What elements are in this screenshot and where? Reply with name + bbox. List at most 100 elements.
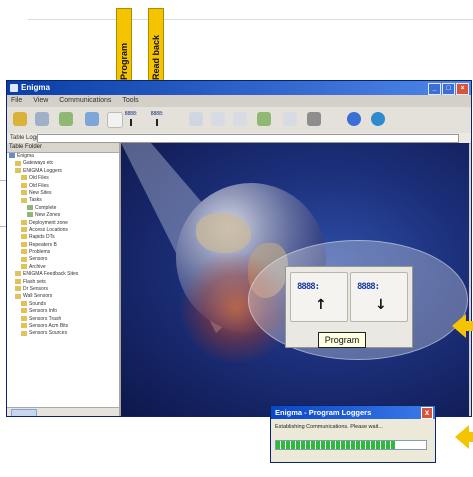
tree-item-label: Access Locations — [29, 226, 68, 233]
folder-icon — [27, 212, 33, 218]
tree-item[interactable]: Old Files — [7, 183, 119, 190]
tree-item[interactable]: Access Locations — [7, 227, 119, 234]
down-arrow-icon: ↓ — [375, 297, 387, 313]
tree-item[interactable]: Deployment zone — [7, 220, 119, 227]
tree-item-label: Sensors Info — [29, 308, 58, 315]
device-icon[interactable] — [307, 112, 321, 126]
program-button-zoomed[interactable]: 8888: ↑ — [290, 272, 348, 322]
readback-button-zoomed[interactable]: 8888: ↓ — [350, 272, 408, 322]
chart-icon[interactable] — [211, 112, 225, 126]
tree-item-label: Archive — [29, 263, 46, 270]
readback-arrow-icon — [156, 119, 158, 126]
tree-item[interactable]: Sensors Info — [7, 308, 119, 315]
menu-bar: File View Communications Tools — [7, 95, 471, 107]
star-icon[interactable] — [257, 112, 271, 126]
tree-item-label: Old Files — [29, 182, 49, 189]
address-field[interactable] — [37, 134, 459, 143]
tree-item[interactable]: ENIGMA Feedback Sites — [7, 271, 119, 278]
close-button[interactable]: × — [456, 83, 469, 95]
window-title: Enigma — [21, 83, 50, 92]
window-titlebar[interactable]: Enigma _ □ × — [7, 81, 471, 95]
tree-item[interactable]: Sensors Trash — [7, 316, 119, 323]
menu-communications[interactable]: Communications — [59, 97, 111, 104]
folder-icon — [21, 219, 27, 225]
folder-icon — [21, 308, 27, 314]
table-icon[interactable] — [283, 112, 297, 126]
graph-icon[interactable] — [233, 112, 247, 126]
tree-item[interactable]: Tasks — [7, 197, 119, 204]
folder-icon — [21, 323, 27, 329]
folder-icon — [15, 293, 21, 299]
top-divider — [28, 19, 473, 20]
tree-item[interactable]: Enigma — [7, 153, 119, 160]
folder-icon — [21, 182, 27, 188]
tree-item-label: Repeaters B — [29, 241, 57, 248]
tree-scroll-thumb[interactable] — [11, 409, 37, 416]
folder-icon — [21, 315, 27, 321]
dialog-close-button[interactable]: x — [421, 407, 433, 419]
tree-scrollbar[interactable] — [7, 407, 119, 416]
folder-icon — [9, 153, 15, 159]
tree-item[interactable]: Old Files — [7, 175, 119, 182]
tree-item[interactable]: Wall Sensors — [7, 293, 119, 300]
menu-view[interactable]: View — [33, 97, 48, 104]
menu-file[interactable]: File — [11, 97, 22, 104]
tree-item[interactable]: Sensors Acm Bits — [7, 323, 119, 330]
search-icon[interactable] — [35, 112, 49, 126]
tree-item[interactable]: New Sites — [7, 190, 119, 197]
tree-item-label: Sounds — [29, 300, 46, 307]
tree-item-label: Dr Sensors — [23, 286, 49, 293]
dialog-pointer-arrow — [455, 425, 469, 449]
tree-item[interactable]: Sensors — [7, 256, 119, 263]
tree-item-label: Sensors Trash — [29, 315, 62, 322]
tree-item-label: Deployment zone — [29, 219, 68, 226]
tree-item-label: Rapids DTs — [29, 234, 55, 241]
tree-item[interactable]: ENIGMA Loggers — [7, 168, 119, 175]
program-button-zoomed-label: 8888: — [297, 282, 320, 292]
globe-icon[interactable] — [371, 112, 385, 126]
tree-item[interactable]: Rapids DTs — [7, 234, 119, 241]
folder-icon — [21, 175, 27, 181]
readback-toolbar-label: 8888: — [150, 111, 164, 117]
folder-icon — [27, 204, 33, 210]
folder-icon — [21, 197, 27, 203]
progress-fill — [276, 441, 396, 449]
folder-icon[interactable] — [85, 112, 99, 126]
tree-item[interactable]: Repeaters B — [7, 242, 119, 249]
folder-icon — [21, 249, 27, 255]
tree-item[interactable]: Archive — [7, 264, 119, 271]
tree-item[interactable]: Dr Sensors — [7, 286, 119, 293]
up-arrow-icon: ↑ — [315, 297, 327, 313]
tree-item[interactable]: Complete — [7, 205, 119, 212]
open-icon[interactable] — [13, 112, 27, 126]
tree-item[interactable]: Sounds — [7, 301, 119, 308]
tree-item[interactable]: Gateways etc — [7, 160, 119, 167]
maximize-button[interactable]: □ — [442, 83, 455, 95]
tree-item-label: Wall Sensors — [23, 293, 53, 300]
folder-icon — [21, 300, 27, 306]
tree-item-label: New Zones — [35, 212, 61, 219]
minimize-button[interactable]: _ — [428, 83, 441, 95]
menu-tools[interactable]: Tools — [122, 97, 138, 104]
tree-item-label: ENIGMA Feedback Sites — [23, 271, 79, 278]
tree-item[interactable]: Sensors Sources — [7, 330, 119, 337]
folder-icon — [21, 264, 27, 270]
tree-item[interactable]: Flash sets — [7, 279, 119, 286]
program-loggers-dialog: Enigma - Program Loggers x Establishing … — [270, 405, 436, 463]
dialog-message: Establishing Communications. Please wait… — [275, 424, 383, 430]
folder-icon — [15, 167, 21, 173]
tree-item[interactable]: Problems — [7, 249, 119, 256]
tree-item-label: Sensors Sources — [29, 330, 68, 337]
dialog-titlebar[interactable]: Enigma - Program Loggers x — [271, 406, 435, 419]
folder-icon — [21, 241, 27, 247]
tree-item-label: Problems — [29, 249, 51, 256]
tree-header: Table Folder — [7, 143, 119, 153]
folder-icon — [15, 278, 21, 284]
readback-button-zoomed-label: 8888: — [357, 282, 380, 292]
tool-icon[interactable] — [189, 112, 203, 126]
network-icon[interactable] — [347, 112, 361, 126]
up-icon[interactable] — [59, 112, 73, 126]
tree-item[interactable]: New Zones — [7, 212, 119, 219]
folder-icon — [21, 256, 27, 262]
callout-pointer-arrow — [452, 314, 466, 338]
